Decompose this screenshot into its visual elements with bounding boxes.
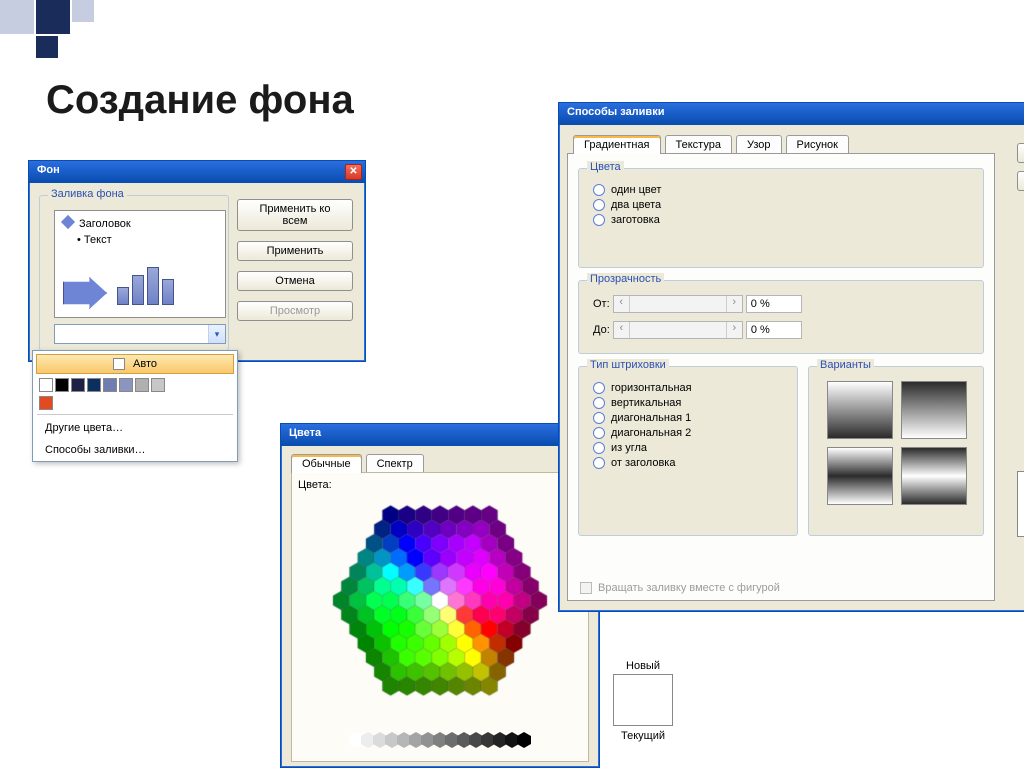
fill-effects-title: Способы заливки (567, 106, 664, 118)
auto-color-item[interactable]: Авто (36, 354, 234, 374)
tab-pattern[interactable]: Узор (736, 135, 782, 154)
radio-diagonal-2[interactable]: диагональная 2 (593, 427, 783, 439)
fill-effects-dialog: Способы заливки ✕ Градиентная Текстура У… (558, 102, 1024, 612)
variant-4[interactable] (901, 447, 967, 505)
chevron-down-icon[interactable]: ▾ (208, 325, 225, 343)
color-swatch[interactable] (39, 378, 53, 392)
background-fill-legend: Заливка фона (48, 188, 127, 200)
colors-dialog-title: Цвета (289, 427, 321, 439)
close-icon[interactable]: ✕ (345, 164, 362, 180)
radio-from-corner[interactable]: из угла (593, 442, 783, 454)
radio-one-color[interactable]: один цвет (593, 184, 969, 196)
more-colors-item[interactable]: Другие цвета… (33, 417, 237, 439)
color-swatch[interactable] (135, 378, 149, 392)
radio-preset[interactable]: заготовка (593, 214, 969, 226)
color-dropdown-menu: Авто Другие цвета… Способы заливки… (32, 350, 238, 462)
color-hexagon[interactable] (305, 491, 575, 726)
transparency-to-slider[interactable]: ‹› (613, 321, 743, 339)
transparency-from-slider[interactable]: ‹› (613, 295, 743, 313)
background-dialog: Фон ✕ Заливка фона Заголовок • Текст ▾ П… (28, 160, 366, 362)
tab-custom[interactable]: Спектр (366, 454, 424, 473)
ok-button[interactable]: ОК (1017, 143, 1024, 163)
fill-color-dropdown[interactable]: ▾ (54, 324, 226, 344)
colors-dialog-titlebar[interactable]: Цвета (281, 424, 599, 446)
color-swatch[interactable] (103, 378, 117, 392)
radio-horizontal[interactable]: горизонтальная (593, 382, 783, 394)
cancel-button-fx[interactable]: Отмена (1017, 171, 1024, 191)
apply-button[interactable]: Применить (237, 241, 353, 261)
tab-texture[interactable]: Текстура (665, 135, 732, 154)
sample-label: Образец: (1017, 455, 1024, 467)
rotate-with-shape-checkbox[interactable]: Вращать заливку вместе с фигурой (580, 582, 780, 594)
color-swatch[interactable] (119, 378, 133, 392)
new-color-label: Новый (608, 660, 678, 672)
tab-gradient[interactable]: Градиентная (573, 135, 661, 154)
color-swatch[interactable] (151, 378, 165, 392)
transparency-to-value[interactable]: 0 % (746, 321, 802, 339)
colors-dialog: Цвета Обычные Спектр Цвета: Цвета: (280, 423, 600, 768)
radio-vertical[interactable]: вертикальная (593, 397, 783, 409)
color-swatch[interactable] (55, 378, 69, 392)
cancel-button[interactable]: Отмена (237, 271, 353, 291)
new-color-swatch (613, 674, 673, 726)
color-swatch[interactable] (71, 378, 85, 392)
variant-3[interactable] (827, 447, 893, 505)
background-preview: Заголовок • Текст (54, 210, 226, 318)
chart-icon (117, 267, 187, 309)
tab-standard[interactable]: Обычные (291, 454, 362, 473)
variant-2[interactable] (901, 381, 967, 439)
transparency-from-value[interactable]: 0 % (746, 295, 802, 313)
preview-button[interactable]: Просмотр (237, 301, 353, 321)
color-swatch[interactable] (87, 378, 101, 392)
variant-1[interactable] (827, 381, 893, 439)
color-swatch[interactable] (39, 396, 53, 410)
current-color-label: Текущий (608, 730, 678, 742)
tab-picture[interactable]: Рисунок (786, 135, 850, 154)
page-title: Создание фона (46, 78, 354, 123)
radio-diagonal-1[interactable]: диагональная 1 (593, 412, 783, 424)
background-dialog-titlebar[interactable]: Фон ✕ (29, 161, 365, 183)
radio-from-title[interactable]: от заголовка (593, 457, 783, 469)
fill-effects-item[interactable]: Способы заливки… (33, 439, 237, 461)
arrow-shape-icon (63, 277, 107, 309)
diamond-icon (61, 215, 75, 229)
fill-effects-titlebar[interactable]: Способы заливки ✕ (559, 103, 1024, 125)
grayscale-row[interactable] (292, 732, 588, 751)
apply-all-button[interactable]: Применить ко всем (237, 199, 353, 231)
sample-swatch (1017, 471, 1024, 537)
background-dialog-title: Фон (37, 164, 60, 176)
radio-two-colors[interactable]: два цвета (593, 199, 969, 211)
